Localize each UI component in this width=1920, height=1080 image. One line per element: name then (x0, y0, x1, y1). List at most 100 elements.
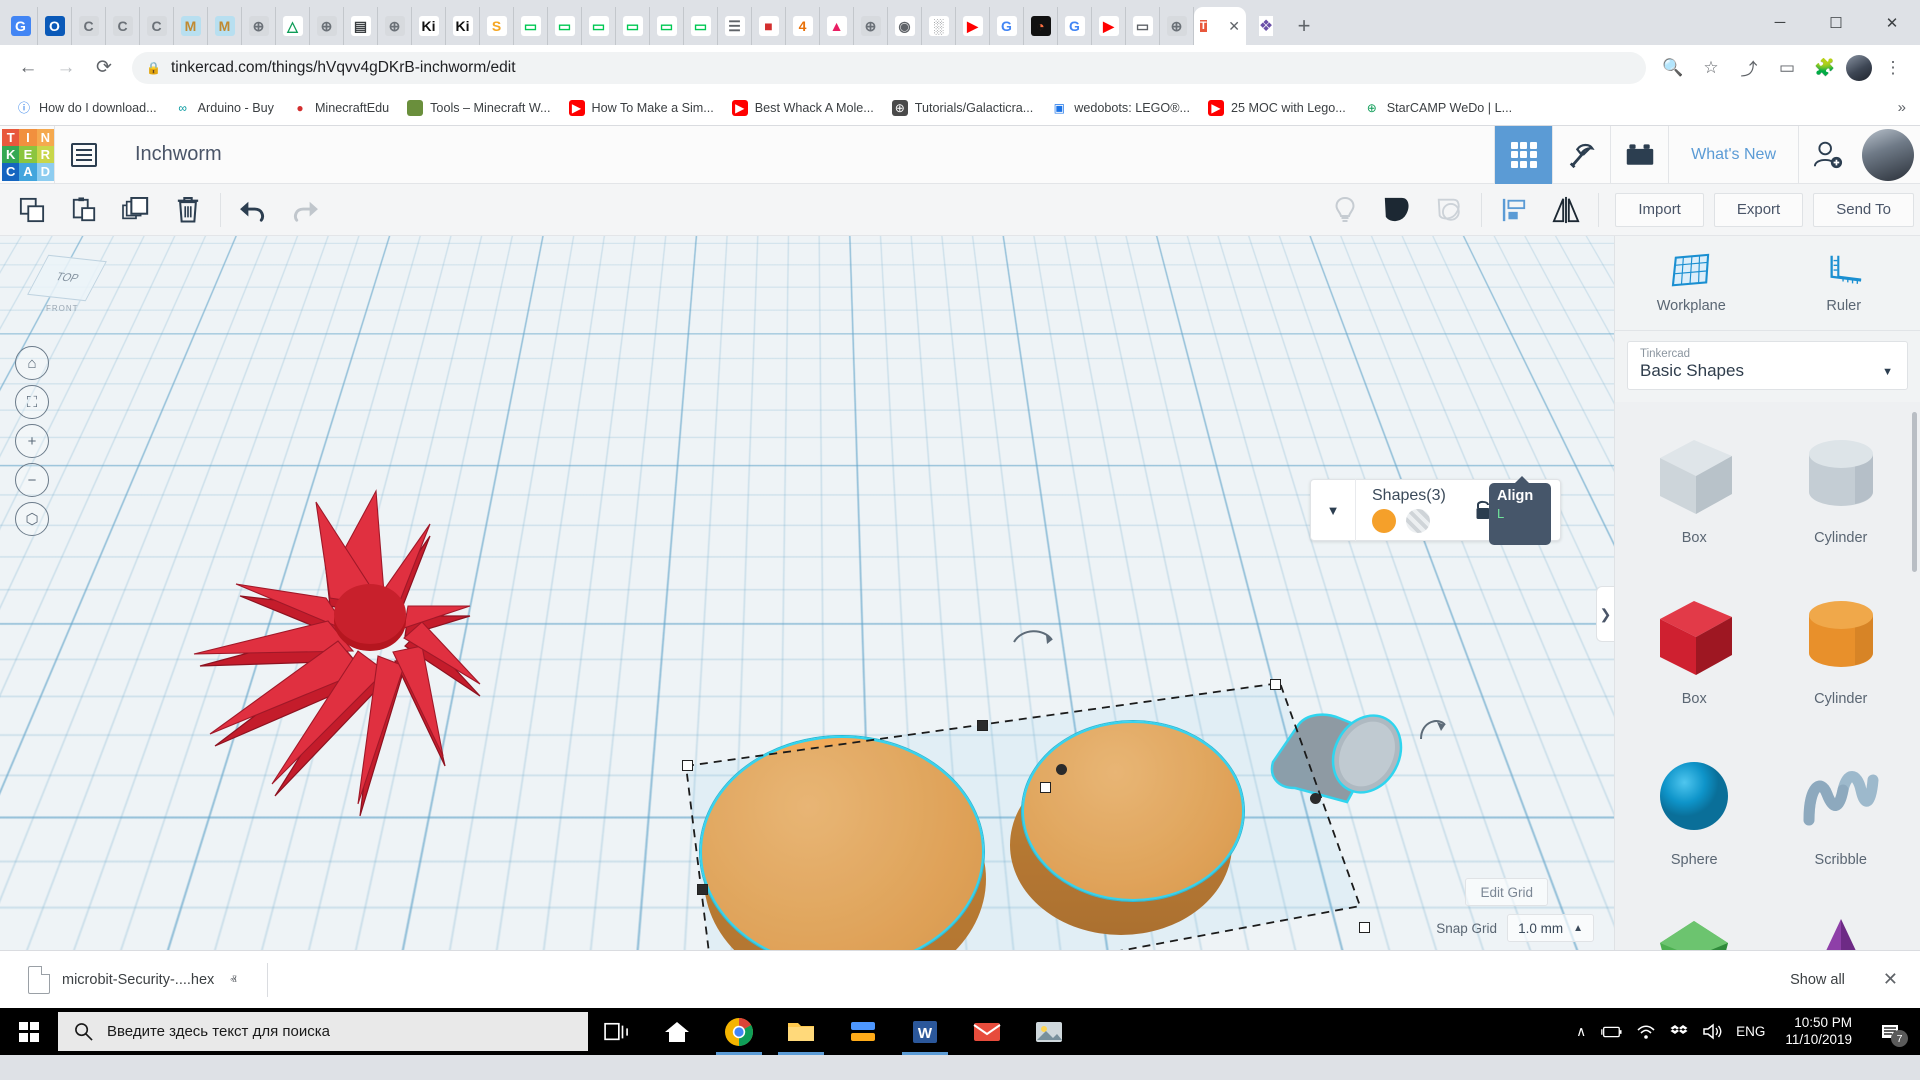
reload-button[interactable]: ⟳ (86, 50, 122, 86)
browser-tab[interactable]: ▭ (514, 7, 548, 45)
browser-tab[interactable]: ⊕ (378, 7, 412, 45)
browser-tab[interactable]: C (72, 7, 106, 45)
start-button[interactable] (0, 1008, 58, 1055)
zoom-icon[interactable]: 🔍 (1656, 51, 1690, 85)
bookmark-item[interactable]: ▣wedobots: LEGO®... (1043, 96, 1198, 120)
browser-tab[interactable]: ▭ (582, 7, 616, 45)
solid-shape-button[interactable] (1371, 186, 1423, 234)
bookmarks-overflow-button[interactable]: » (1892, 99, 1912, 116)
copy-button[interactable] (6, 186, 58, 234)
close-downloads-bar-button[interactable]: ✕ (1883, 969, 1904, 990)
home-view-button[interactable]: ⌂ (15, 346, 49, 380)
close-window-button[interactable]: ✕ (1864, 0, 1920, 45)
browser-tab[interactable]: ▲ (820, 7, 854, 45)
browser-tab[interactable]: S (480, 7, 514, 45)
collapse-inspector-button[interactable]: ▼ (1311, 479, 1355, 541)
shape-gallery-item[interactable]: Scribble (1768, 734, 1915, 891)
orange-cylinder-medium[interactable] (1010, 721, 1250, 941)
show-all-downloads-button[interactable]: Show all (1770, 964, 1865, 996)
scratch-app[interactable] (832, 1008, 894, 1055)
browser-tab[interactable]: ⊕ (854, 7, 888, 45)
browser-tab[interactable]: Ki (412, 7, 446, 45)
browser-tab[interactable]: ▭ (684, 7, 718, 45)
browser-tab[interactable]: △ (276, 7, 310, 45)
battery-icon[interactable] (1600, 1025, 1622, 1039)
3d-canvas[interactable]: TOP FRONT ⌂⛶+−⬡ (0, 236, 1614, 950)
edit-grid-button[interactable]: Edit Grid (1465, 878, 1548, 906)
browser-tab[interactable]: ■ (752, 7, 786, 45)
browser-tab[interactable]: C (140, 7, 174, 45)
library-selector[interactable]: Tinkercad Basic Shapes ▼ (1627, 341, 1908, 390)
browser-tab[interactable]: ▭ (650, 7, 684, 45)
browser-tab[interactable]: ▤ (344, 7, 378, 45)
import-button[interactable]: Import (1615, 193, 1704, 227)
bookmark-item[interactable]: ▶Best Whack A Mole... (724, 96, 882, 120)
browser-tab[interactable]: ▭ (548, 7, 582, 45)
tinkercad-logo[interactable]: TINKERCAD (2, 129, 54, 181)
active-browser-tab[interactable]: T ✕ (1194, 7, 1246, 45)
workplane-tool[interactable]: Workplane (1615, 236, 1768, 330)
grey-cylinder-hole[interactable] (1255, 706, 1425, 826)
zoom-out-button[interactable]: − (15, 463, 49, 497)
download-item[interactable]: microbit-Security-....hex ⱏ (16, 960, 249, 1000)
align-button[interactable] (1488, 186, 1540, 234)
hole-swatch[interactable] (1406, 509, 1430, 533)
photos-app[interactable] (1018, 1008, 1080, 1055)
address-bar[interactable]: 🔒 tinkercad.com/things/hVqvv4gDKrB-inchw… (132, 52, 1646, 84)
height-handle[interactable] (1040, 782, 1051, 793)
shape-gallery-item[interactable] (1768, 895, 1915, 950)
browser-tab[interactable]: ⊕ (242, 7, 276, 45)
profile-avatar[interactable] (1846, 55, 1872, 81)
browser-tab[interactable]: ⊕ (310, 7, 344, 45)
language-indicator[interactable]: ENG (1736, 1024, 1765, 1039)
bookmark-item[interactable]: ⓘHow do I download... (8, 96, 165, 120)
browser-tab[interactable]: ▶ (956, 7, 990, 45)
height-indicator-dot[interactable] (1310, 793, 1321, 804)
delete-button[interactable] (162, 186, 214, 234)
close-tab-icon[interactable]: ✕ (1228, 19, 1240, 33)
home-app[interactable] (646, 1008, 708, 1055)
browser-tab[interactable]: ☰ (718, 7, 752, 45)
chevron-up-icon[interactable]: ⱏ (230, 972, 236, 988)
hole-shape-button[interactable] (1423, 186, 1475, 234)
resize-handle[interactable] (1359, 922, 1370, 933)
browser-tab[interactable]: M (208, 7, 242, 45)
notification-center-button[interactable]: 7 (1872, 1008, 1910, 1055)
shape-gallery-item[interactable]: Cylinder (1768, 412, 1915, 569)
midpoint-handle[interactable] (697, 884, 708, 895)
orange-cylinder-large[interactable] (700, 736, 990, 950)
cast-icon[interactable]: ▭ (1770, 51, 1804, 85)
extension-icon[interactable]: 🧩 (1808, 51, 1842, 85)
bookmark-item[interactable]: ●MinecraftEdu (284, 96, 397, 120)
browser-tab[interactable]: 4 (786, 7, 820, 45)
export-button[interactable]: Export (1714, 193, 1803, 227)
undo-button[interactable] (227, 186, 279, 234)
whats-new-button[interactable]: What's New (1668, 126, 1798, 184)
midpoint-handle[interactable] (977, 720, 988, 731)
redo-button[interactable] (279, 186, 331, 234)
ruler-tool[interactable]: Ruler (1768, 236, 1920, 330)
solid-swatch[interactable] (1372, 509, 1396, 533)
browser-tab[interactable]: ◉ (888, 7, 922, 45)
browser-tab[interactable]: ░ (922, 7, 956, 45)
avatar[interactable] (1862, 129, 1914, 181)
browser-tab[interactable]: G (1058, 7, 1092, 45)
bookmark-item[interactable]: ⊕Tutorials/Galacticra... (884, 96, 1042, 120)
shape-gallery-item[interactable]: Sphere (1621, 734, 1768, 891)
minecraft-button[interactable] (1552, 126, 1610, 184)
ortho-perspective-button[interactable]: ⬡ (15, 502, 49, 536)
view-cube-top-face[interactable]: TOP (27, 255, 107, 302)
red-pinwheel-shape[interactable] (180, 466, 570, 826)
light-button[interactable] (1319, 186, 1371, 234)
rotate-handle-right[interactable] (1415, 711, 1449, 745)
wifi-icon[interactable] (1636, 1024, 1656, 1040)
browser-tab[interactable]: Ki (446, 7, 480, 45)
dropbox-icon[interactable] (1670, 1023, 1688, 1041)
share-icon[interactable]: ⤴ (1732, 51, 1766, 85)
browser-tab[interactable]: M (174, 7, 208, 45)
zoom-in-button[interactable]: + (15, 424, 49, 458)
new-tab-button[interactable]: + (1286, 7, 1322, 45)
shape-gallery-item[interactable] (1621, 895, 1768, 950)
browser-tab[interactable]: ▭ (616, 7, 650, 45)
browser-tab[interactable]: ▶ (1092, 7, 1126, 45)
